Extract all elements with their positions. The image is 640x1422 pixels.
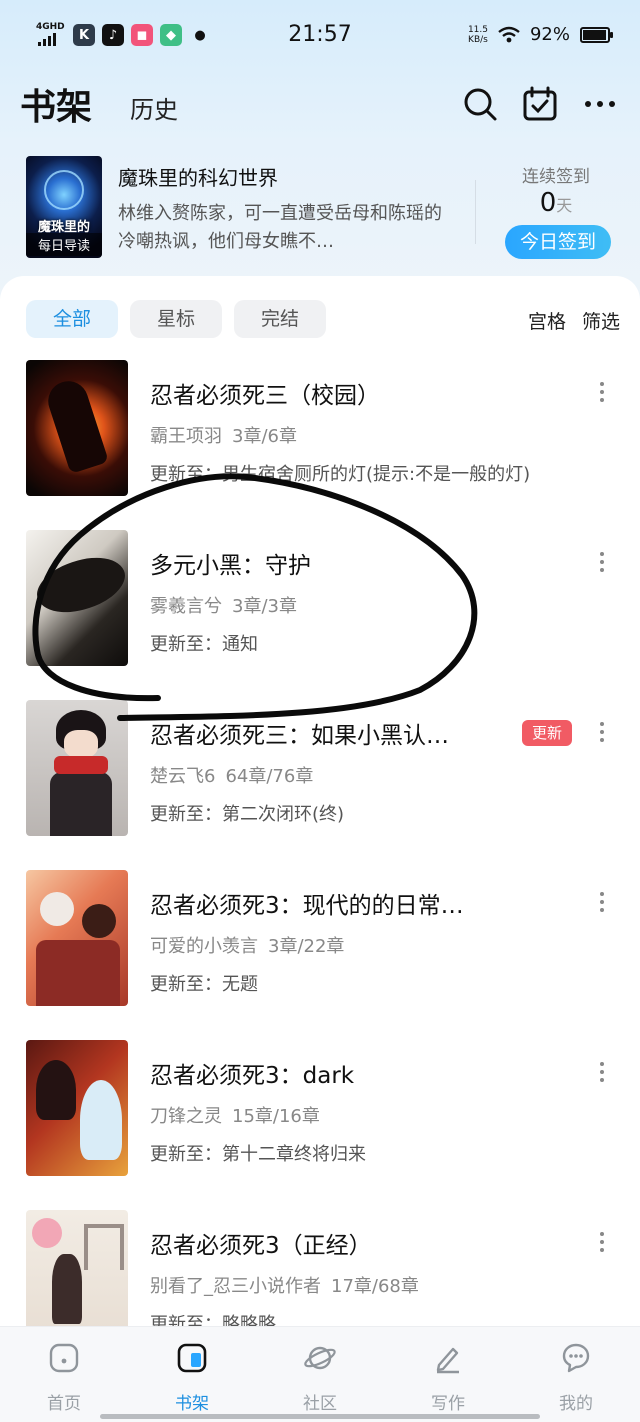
book-cover[interactable] [26, 360, 128, 496]
book-list: 忍者必须死三（校园） 霸王项羽 3章/6章 更新至：男生宿舍厕所的灯(提示:不是一… [0, 360, 640, 1326]
book-author: 楚云飞6 [150, 766, 216, 787]
view-options: 宫格 筛选 [528, 307, 620, 334]
bookshelf-icon [177, 1343, 207, 1373]
book-title[interactable]: 多元小黑：守护 [150, 546, 311, 580]
pen-icon [436, 1347, 459, 1374]
filter-chips: 全部 星标 完结 [26, 300, 326, 338]
book-update: 更新至：略略略 [150, 1314, 276, 1326]
network-speed: 11.5 KB/s [468, 25, 488, 45]
book-author: 可爱的小羡言 [150, 936, 258, 957]
chat-bubble-icon [562, 1343, 590, 1373]
nav-community-label: 社区 [303, 1394, 337, 1414]
nav-write[interactable]: 写作 [398, 1341, 498, 1414]
filter-button[interactable]: 筛选 [582, 307, 620, 334]
book-meta: 雾羲言兮 3章/3章 [150, 592, 297, 618]
update-badge: 更新 [522, 720, 572, 746]
search-icon[interactable] [462, 86, 498, 122]
more-vertical-icon[interactable] [592, 382, 612, 406]
list-item[interactable]: 忍者必须死三（校园） 霸王项羽 3章/6章 更新至：男生宿舍厕所的灯(提示:不是一… [0, 360, 640, 530]
book-meta: 可爱的小羡言 3章/22章 [150, 932, 344, 958]
list-item[interactable]: 多元小黑：守护 雾羲言兮 3章/3章 更新至：通知 [0, 530, 640, 700]
nav-write-label: 写作 [431, 1394, 465, 1414]
book-update: 更新至：第十二章终将归来 [150, 1144, 366, 1165]
featured-cover-caption: 每日导读 [26, 233, 102, 256]
book-update: 更新至：男生宿舍厕所的灯(提示:不是一般的灯) [150, 464, 531, 485]
list-item[interactable]: 忍者必须死三：如果小黑认… 更新 楚云飞6 64章/76章 更新至：第二次闭环(终… [0, 700, 640, 870]
divider [475, 180, 476, 244]
book-cover[interactable] [26, 700, 128, 836]
book-update: 更新至：通知 [150, 634, 258, 655]
checkin-count: 0天 [500, 188, 612, 218]
book-author: 雾羲言兮 [150, 596, 222, 617]
nav-bookshelf[interactable]: 书架 [142, 1341, 242, 1414]
more-icon[interactable] [582, 86, 618, 122]
book-meta: 楚云飞6 64章/76章 [150, 762, 313, 788]
tab-history[interactable]: 历史 [130, 90, 178, 125]
book-author: 霸王项羽 [150, 426, 222, 447]
checkin-days: 0 [539, 188, 557, 218]
grid-view-button[interactable]: 宫格 [528, 307, 566, 334]
book-cover[interactable] [26, 530, 128, 666]
daily-featured-card[interactable]: 魔珠里的 每日导读 魔珠里的科幻世界 林维入赘陈家，可一直遭受岳母和陈瑶的冷嘲热… [0, 150, 640, 262]
nav-me[interactable]: 我的 [526, 1341, 626, 1414]
filter-starred[interactable]: 星标 [130, 300, 222, 338]
checkin-label: 连续签到 [522, 167, 590, 187]
book-update: 更新至：第二次闭环(终) [150, 804, 345, 825]
status-bar: 4GHD K ♪ ◼ ◆ ● 21:57 11.5 KB/s 92% [0, 0, 640, 72]
book-chapters: 15章/16章 [232, 1106, 320, 1127]
book-title[interactable]: 忍者必须死三：如果小黑认… [150, 716, 449, 750]
checkin-button[interactable]: 今日签到 [505, 225, 611, 259]
filter-finished[interactable]: 完结 [234, 300, 326, 338]
more-vertical-icon[interactable] [592, 552, 612, 576]
nav-me-label: 我的 [559, 1394, 593, 1414]
list-item[interactable]: 忍者必须死3（正经） 别看了_忍三小说作者 17章/68章 更新至：略略略 [0, 1210, 640, 1326]
book-title[interactable]: 忍者必须死三（校园） [150, 376, 380, 410]
list-item[interactable]: 忍者必须死3：现代的的日常… 可爱的小羡言 3章/22章 更新至：无题 [0, 870, 640, 1040]
home-icon [49, 1343, 79, 1373]
book-meta: 刀锋之灵 15章/16章 [150, 1102, 320, 1128]
nav-home-label: 首页 [47, 1394, 81, 1414]
calendar-check-icon[interactable] [522, 86, 558, 122]
more-vertical-icon[interactable] [592, 892, 612, 916]
book-chapters: 3章/6章 [232, 426, 297, 447]
book-meta: 别看了_忍三小说作者 17章/68章 [150, 1272, 419, 1298]
checkin-unit: 天 [556, 196, 573, 215]
book-chapters: 3章/22章 [268, 936, 345, 957]
book-author: 刀锋之灵 [150, 1106, 222, 1127]
featured-cover[interactable]: 魔珠里的 每日导读 [26, 156, 102, 258]
book-title[interactable]: 忍者必须死3：现代的的日常… [150, 886, 464, 920]
book-cover[interactable] [26, 1210, 128, 1326]
book-chapters: 3章/3章 [232, 596, 297, 617]
featured-description[interactable]: 林维入赘陈家，可一直遭受岳母和陈瑶的冷嘲热讽，他们母女瞧不… [118, 200, 450, 256]
book-meta: 霸王项羽 3章/6章 [150, 422, 297, 448]
planet-icon [304, 1346, 336, 1370]
speed-value: 11.5 [467, 24, 488, 35]
speed-unit: KB/s [468, 34, 488, 45]
bottom-navigation: 首页 书架 社区 写作 我的 [0, 1326, 640, 1422]
nav-bookshelf-label: 书架 [175, 1394, 209, 1414]
bookshelf-panel: 全部 星标 完结 宫格 筛选 忍者必须死三（校园） 霸王项羽 3章/6章 更新至：… [0, 276, 640, 1326]
more-vertical-icon[interactable] [592, 1232, 612, 1256]
battery-icon [580, 26, 613, 43]
featured-title[interactable]: 魔珠里的科幻世界 [118, 162, 278, 191]
book-cover[interactable] [26, 1040, 128, 1176]
book-author: 别看了_忍三小说作者 [150, 1276, 321, 1297]
wifi-icon [498, 26, 520, 42]
more-vertical-icon[interactable] [592, 722, 612, 746]
book-title[interactable]: 忍者必须死3（正经） [150, 1226, 372, 1260]
book-chapters: 17章/68章 [331, 1276, 419, 1297]
app-header: 书架 历史 [0, 78, 640, 134]
home-indicator[interactable] [100, 1414, 540, 1419]
nav-community[interactable]: 社区 [270, 1341, 370, 1414]
more-vertical-icon[interactable] [592, 1062, 612, 1086]
tab-bookshelf[interactable]: 书架 [20, 78, 92, 130]
book-update: 更新至：无题 [150, 974, 258, 995]
filter-all[interactable]: 全部 [26, 300, 118, 338]
book-chapters: 64章/76章 [225, 766, 314, 787]
battery-percent: 92% [529, 24, 570, 45]
nav-home[interactable]: 首页 [14, 1341, 114, 1414]
book-title[interactable]: 忍者必须死3：dark [150, 1056, 354, 1090]
book-cover[interactable] [26, 870, 128, 1006]
list-item[interactable]: 忍者必须死3：dark 刀锋之灵 15章/16章 更新至：第十二章终将归来 [0, 1040, 640, 1210]
